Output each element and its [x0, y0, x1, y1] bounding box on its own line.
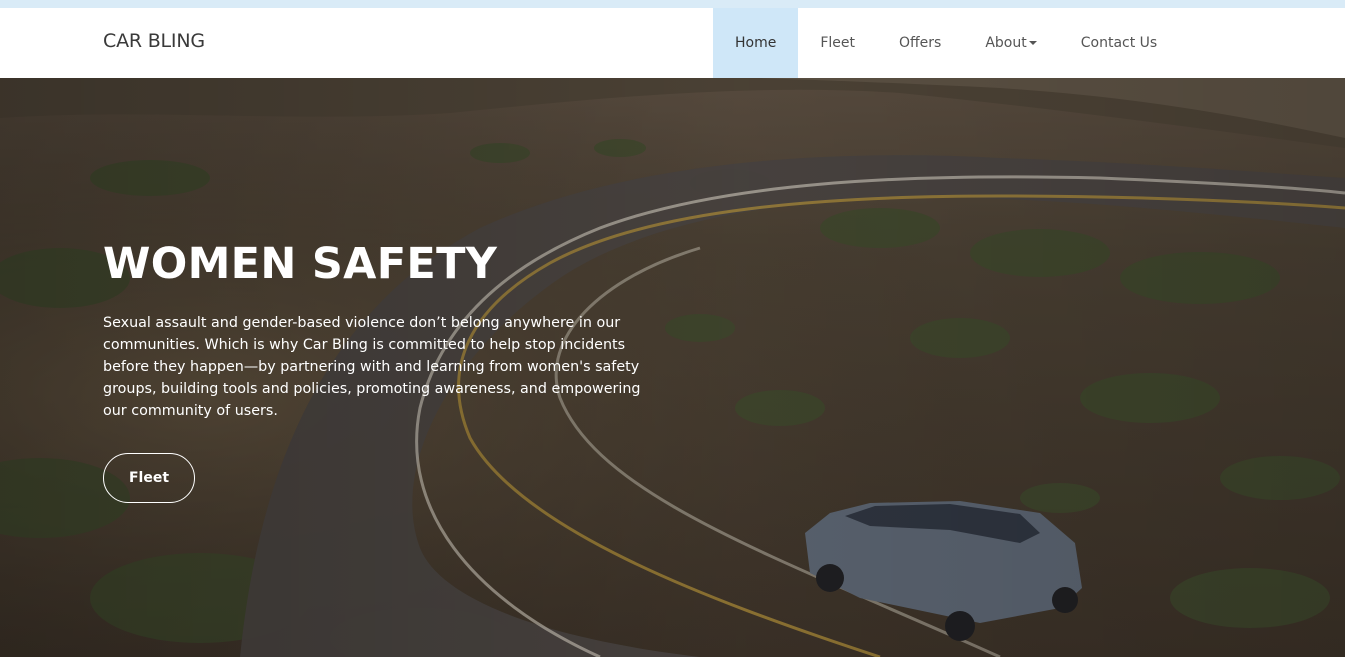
nav-offers[interactable]: Offers	[877, 8, 963, 78]
navbar: CAR BLING Home Fleet Offers About Contac…	[0, 8, 1345, 78]
fleet-button[interactable]: Fleet	[103, 453, 195, 503]
nav-fleet[interactable]: Fleet	[798, 8, 877, 78]
nav-fleet-label: Fleet	[820, 35, 856, 51]
nav-contact-us[interactable]: Contact Us	[1059, 8, 1179, 78]
nav-home[interactable]: Home	[713, 8, 799, 78]
hero-description: Sexual assault and gender-based violence…	[103, 315, 641, 419]
caret-down-icon	[1028, 41, 1037, 45]
nav-contact-label: Contact Us	[1080, 35, 1158, 51]
nav-home-label: Home	[735, 35, 777, 51]
nav-about-dropdown[interactable]: About	[963, 8, 1058, 78]
nav-offers-label: Offers	[899, 35, 942, 51]
main-nav: Home Fleet Offers About Contact Us	[713, 8, 1179, 78]
hero-title: WOMEN SAFETY	[103, 239, 498, 289]
nav-about-label: About	[985, 35, 1027, 51]
hero-content: WOMEN SAFETY Sexual assault and gender-b…	[103, 236, 663, 503]
hero-section: WOMEN SAFETY Sexual assault and gender-b…	[0, 78, 1345, 657]
top-accent-strip	[0, 0, 1345, 8]
brand-logo[interactable]: CAR BLING	[103, 30, 205, 52]
